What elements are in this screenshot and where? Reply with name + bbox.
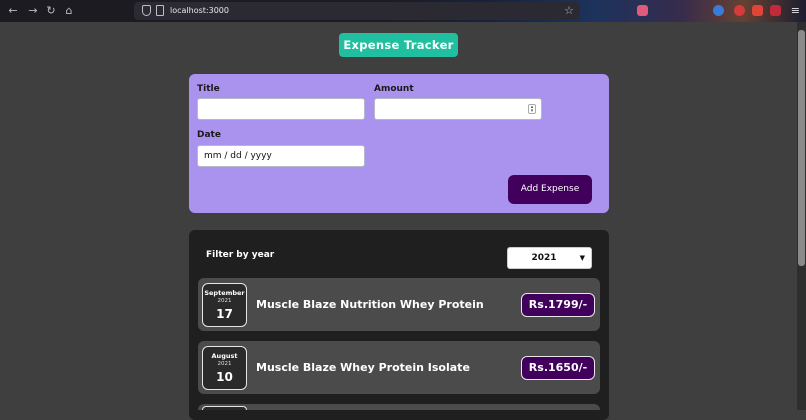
expense-date: September 2021 17 (202, 283, 247, 327)
expense-date-month: August (211, 352, 238, 360)
date-input[interactable]: mm / dd / yyyy (197, 145, 365, 167)
arrow-left-icon[interactable]: ← (6, 4, 20, 18)
home-icon[interactable]: ⌂ (62, 4, 76, 18)
add-expense-button[interactable]: Add Expense (508, 175, 592, 204)
expense-date-year: 2021 (217, 298, 232, 304)
star-icon[interactable]: ☆ (564, 3, 574, 19)
pocket-icon[interactable] (637, 5, 648, 16)
extension-icon[interactable] (752, 5, 763, 16)
shield-icon[interactable] (142, 5, 151, 16)
address-bar[interactable]: localhost:3000 ☆ (134, 2, 580, 20)
title-input[interactable] (197, 98, 365, 120)
amount-input[interactable]: ▴ ▾ (374, 98, 542, 120)
expense-date-year: 2021 (217, 361, 232, 367)
expense-item[interactable]: August 2021 10 Muscle Blaze Whey Protein… (198, 341, 600, 394)
expense-date-day: 10 (216, 370, 233, 384)
amount-label: Amount (374, 84, 414, 94)
extension-icon[interactable] (770, 5, 781, 16)
filter-label: Filter by year (206, 250, 275, 260)
reload-icon[interactable]: ↻ (44, 4, 58, 18)
arrow-right-icon[interactable]: → (26, 4, 40, 18)
expense-amount: Rs.1799/- (521, 293, 595, 317)
year-filter-select[interactable]: 2021 ▼ (507, 247, 592, 269)
expense-date-month: September (204, 289, 245, 297)
page-icon[interactable] (156, 5, 164, 16)
hamburger-menu-icon[interactable]: ≡ (791, 3, 800, 19)
app-title: Expense Tracker (339, 33, 458, 57)
expense-item[interactable]: September 2021 17 Muscle Blaze Nutrition… (198, 278, 600, 331)
chevron-down-icon: ▼ (579, 254, 585, 262)
url-text[interactable]: localhost:3000 (170, 5, 229, 17)
browser-toolbar: ← → ↻ ⌂ localhost:3000 ☆ ≡ (0, 0, 806, 22)
expense-amount: Rs.1650/- (521, 356, 595, 380)
expense-date-day: 17 (216, 307, 233, 321)
expense-title: Muscle Blaze Whey Protein Isolate (256, 361, 470, 374)
date-label: Date (197, 130, 221, 140)
title-label: Title (197, 84, 220, 94)
scrollbar-thumb[interactable] (798, 30, 805, 266)
year-filter-value: 2021 (531, 253, 557, 263)
expense-title: Muscle Blaze Nutrition Whey Protein (256, 298, 484, 311)
expense-item[interactable] (198, 404, 600, 410)
expense-date (202, 406, 247, 410)
extension-icon[interactable] (734, 5, 745, 16)
expense-date: August 2021 10 (202, 346, 247, 390)
extension-icon[interactable] (713, 5, 724, 16)
number-spinner-icon[interactable]: ▴ ▾ (528, 104, 536, 114)
